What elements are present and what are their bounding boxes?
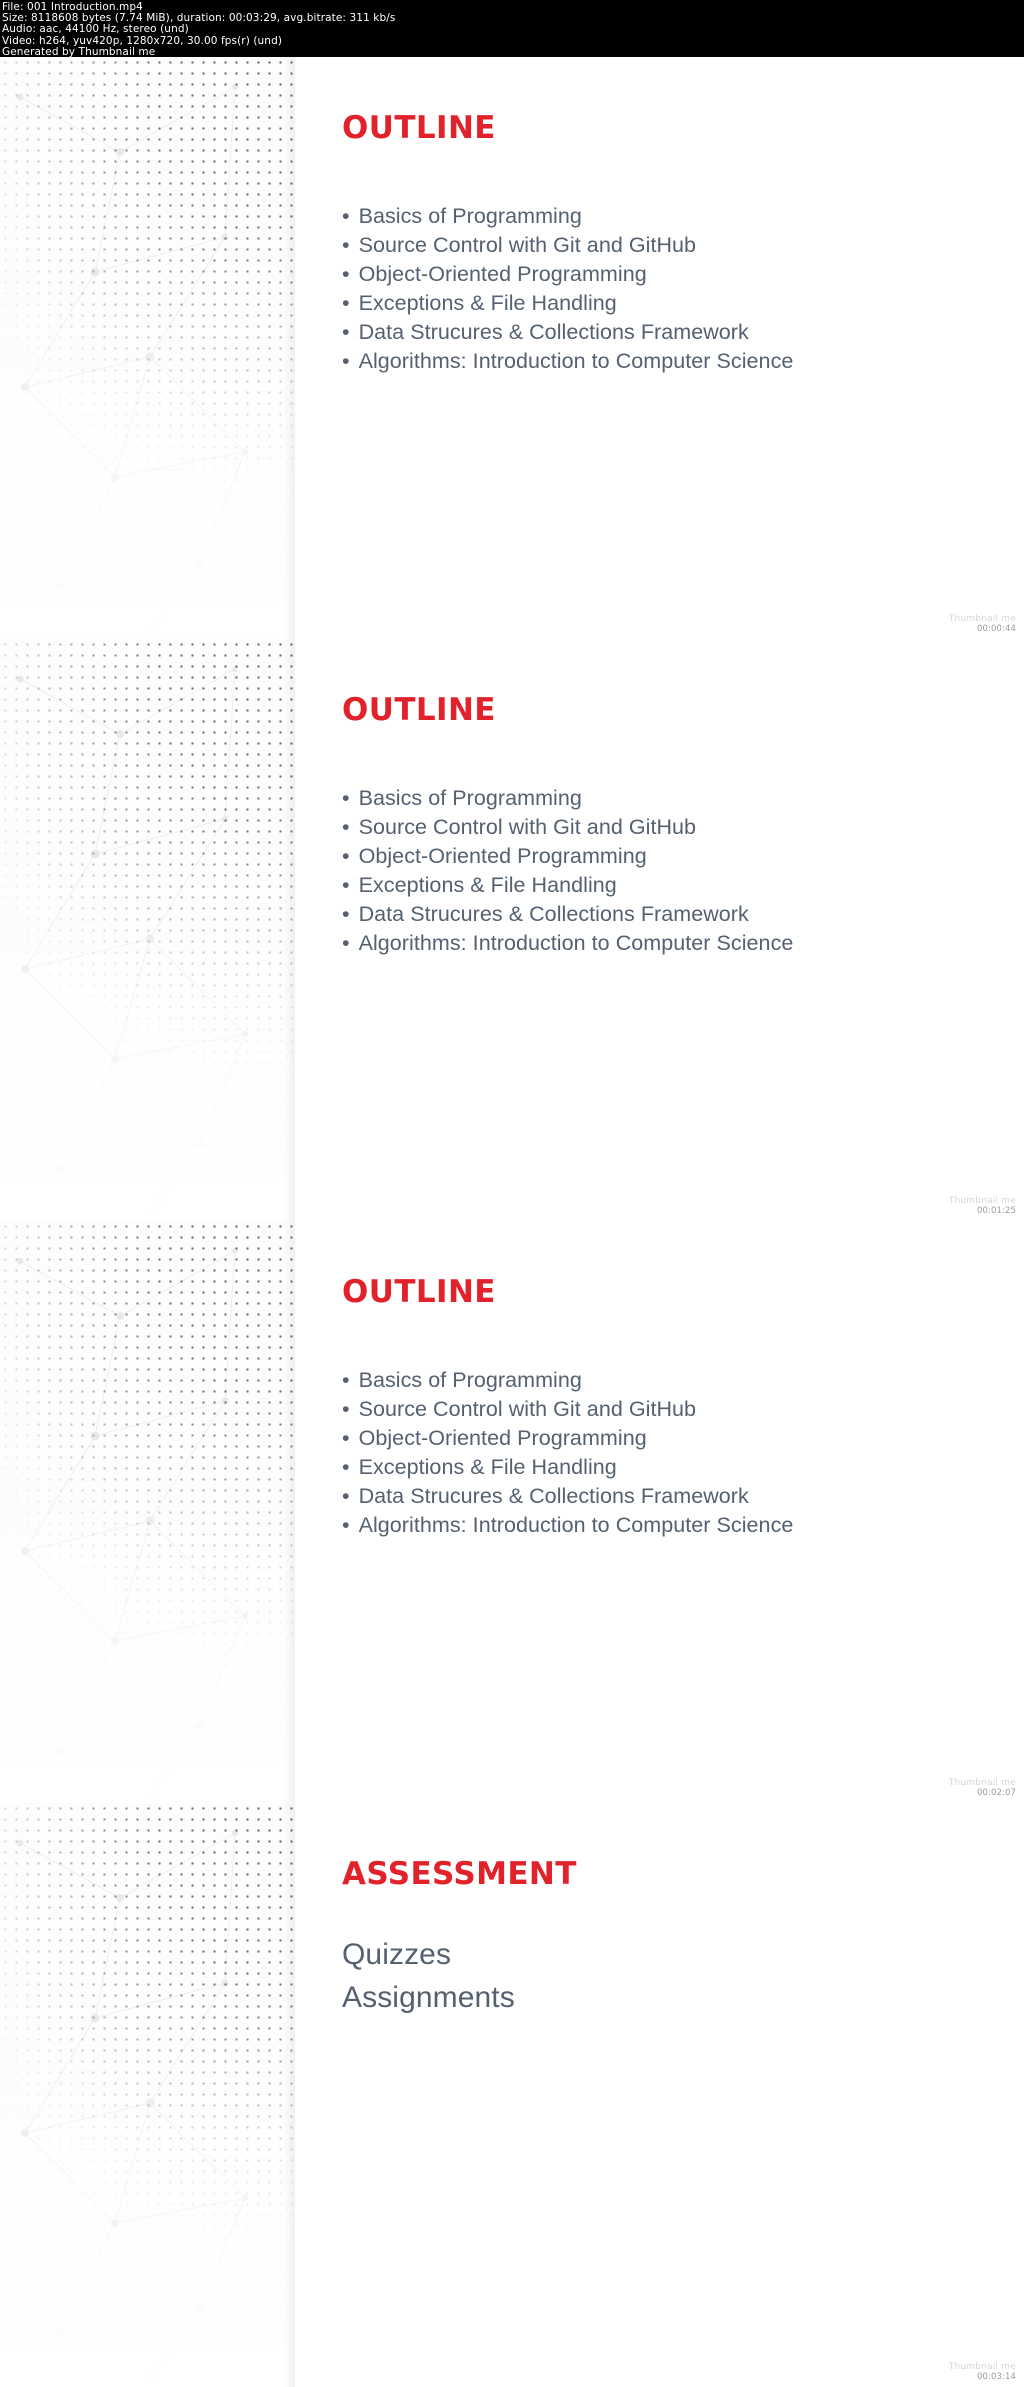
slide-bullet: • Algorithms: Introduction to Computer Sc… bbox=[342, 1511, 1024, 1540]
slide-bullet: • Source Control with Git and GitHub bbox=[342, 813, 1024, 842]
slide-bullet-label: Object-Oriented Programming bbox=[358, 1426, 647, 1450]
slide-bullet-list: • Basics of Programming • Source Control wi… bbox=[342, 202, 1024, 376]
slide-bullet-label: Data Strucures & Collections Framework bbox=[358, 1484, 749, 1508]
slide-bullet-list: • Basics of Programming • Source Control wi… bbox=[342, 784, 1024, 958]
bullet-dot-icon: • bbox=[342, 931, 350, 955]
slide-decoration-panel bbox=[0, 1221, 295, 1803]
slide-bullet-label: Object-Oriented Programming bbox=[358, 262, 647, 286]
video-frame-4[interactable]: ASSESSMENT Quizzes Assignments Thumbnail … bbox=[0, 1803, 1024, 2387]
bullet-dot-icon: • bbox=[342, 844, 350, 868]
slide-plain-line: Quizzes bbox=[342, 1938, 452, 1971]
bullet-dot-icon: • bbox=[342, 1368, 350, 1392]
slide-bullet-label: Object-Oriented Programming bbox=[358, 844, 647, 868]
bullet-dot-icon: • bbox=[342, 902, 350, 926]
slide-decoration-panel bbox=[0, 57, 295, 639]
bullet-dot-icon: • bbox=[342, 1397, 350, 1421]
slide-bullet-label: Source Control with Git and GitHub bbox=[358, 1397, 697, 1421]
bullet-dot-icon: • bbox=[342, 320, 350, 344]
slide-bullet: • Data Strucures & Collections Framework bbox=[342, 1482, 1024, 1511]
bullet-dot-icon: • bbox=[342, 204, 350, 228]
slide-bullet-label: Source Control with Git and GitHub bbox=[358, 233, 697, 257]
slide-title: OUTLINE bbox=[342, 110, 496, 146]
slide-bullet-label: Algorithms: Introduction to Computer Sci… bbox=[358, 349, 794, 373]
slide-title: ASSESSMENT bbox=[342, 1856, 577, 1892]
video-frame-2[interactable]: OUTLINE • Basics of Programming • Source Co… bbox=[0, 639, 1024, 1221]
slide-body: OUTLINE • Basics of Programming • Source Co… bbox=[295, 57, 1024, 639]
slide-decoration-panel bbox=[0, 639, 295, 1221]
slide-decoration-panel bbox=[0, 1803, 295, 2387]
slide-bullet: • Source Control with Git and GitHub bbox=[342, 231, 1024, 260]
slide-plain-line-list: Quizzes Assignments bbox=[342, 1933, 1024, 2019]
slide-bullet: • Algorithms: Introduction to Computer Sc… bbox=[342, 347, 1024, 376]
slide-bullet: • Exceptions & File Handling bbox=[342, 289, 1024, 318]
halftone-dot-pattern bbox=[0, 1221, 295, 1803]
slide-bullet: • Basics of Programming bbox=[342, 784, 1024, 813]
bullet-dot-icon: • bbox=[342, 1513, 350, 1537]
slide-plain-line: Assignments bbox=[342, 1981, 515, 2014]
bullet-dot-icon: • bbox=[342, 1484, 350, 1508]
slide-bullet: • Object-Oriented Programming bbox=[342, 1424, 1024, 1453]
bullet-dot-icon: • bbox=[342, 233, 350, 257]
slide-bullet-label: Exceptions & File Handling bbox=[358, 291, 617, 315]
slide-bullet-label: Basics of Programming bbox=[358, 786, 582, 810]
metadata-line-video: Video: h264, yuv420p, 1280x720, 30.00 fp… bbox=[2, 34, 283, 47]
slide-bullet: • Exceptions & File Handling bbox=[342, 871, 1024, 900]
bullet-dot-icon: • bbox=[342, 873, 350, 897]
metadata-line-audio: Audio: aac, 44100 Hz, stereo (und) bbox=[2, 23, 189, 36]
slide-bullet: • Object-Oriented Programming bbox=[342, 260, 1024, 289]
slide-bullet-label: Algorithms: Introduction to Computer Sci… bbox=[358, 931, 794, 955]
slide-title: OUTLINE bbox=[342, 1274, 496, 1310]
bullet-dot-icon: • bbox=[342, 291, 350, 315]
halftone-dot-pattern bbox=[0, 1803, 295, 2387]
slide-bullet-label: Exceptions & File Handling bbox=[358, 873, 617, 897]
halftone-dot-pattern bbox=[0, 57, 295, 639]
halftone-dot-pattern bbox=[0, 639, 295, 1221]
bullet-dot-icon: • bbox=[342, 786, 350, 810]
slide-bullet-label: Source Control with Git and GitHub bbox=[358, 815, 697, 839]
video-frame-1[interactable]: OUTLINE • Basics of Programming • Source Co… bbox=[0, 57, 1024, 639]
slide-body: ASSESSMENT Quizzes Assignments bbox=[295, 1803, 1024, 2387]
slide-bullet: • Data Strucures & Collections Framework bbox=[342, 900, 1024, 929]
slide-bullet: • Algorithms: Introduction to Computer Sc… bbox=[342, 929, 1024, 958]
thumbnail-contact-sheet: File: 001 Introduction.mp4 Size: 8118608… bbox=[0, 0, 1024, 2387]
bullet-dot-icon: • bbox=[342, 262, 350, 286]
bullet-dot-icon: • bbox=[342, 1426, 350, 1450]
slide-bullet: • Source Control with Git and GitHub bbox=[342, 1395, 1024, 1424]
slide-bullet-label: Algorithms: Introduction to Computer Sci… bbox=[358, 1513, 794, 1537]
slide-bullet-list: • Basics of Programming • Source Control wi… bbox=[342, 1366, 1024, 1540]
bullet-dot-icon: • bbox=[342, 1455, 350, 1479]
slide-body: OUTLINE • Basics of Programming • Source Co… bbox=[295, 1221, 1024, 1803]
slide-bullet-label: Exceptions & File Handling bbox=[358, 1455, 617, 1479]
slide-bullet: • Exceptions & File Handling bbox=[342, 1453, 1024, 1482]
slide-bullet-label: Data Strucures & Collections Framework bbox=[358, 902, 749, 926]
bullet-dot-icon: • bbox=[342, 349, 350, 373]
metadata-band: File: 001 Introduction.mp4 Size: 8118608… bbox=[0, 0, 1024, 58]
frame-grid: OUTLINE • Basics of Programming • Source Co… bbox=[0, 57, 1024, 2387]
bullet-dot-icon: • bbox=[342, 815, 350, 839]
slide-bullet-label: Data Strucures & Collections Framework bbox=[358, 320, 749, 344]
slide-body: OUTLINE • Basics of Programming • Source Co… bbox=[295, 639, 1024, 1221]
slide-bullet: • Object-Oriented Programming bbox=[342, 842, 1024, 871]
slide-bullet-label: Basics of Programming bbox=[358, 204, 582, 228]
slide-bullet-label: Basics of Programming bbox=[358, 1368, 582, 1392]
video-frame-3[interactable]: OUTLINE • Basics of Programming • Source Co… bbox=[0, 1221, 1024, 1803]
slide-title: OUTLINE bbox=[342, 692, 496, 728]
slide-bullet: • Data Strucures & Collections Framework bbox=[342, 318, 1024, 347]
slide-bullet: • Basics of Programming bbox=[342, 1366, 1024, 1395]
slide-bullet: • Basics of Programming bbox=[342, 202, 1024, 231]
